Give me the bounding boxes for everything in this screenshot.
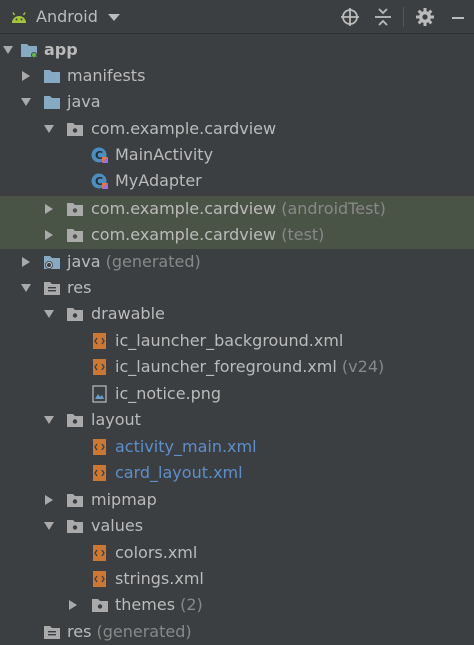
svg-text:C: C	[95, 149, 103, 162]
tree-node-layout[interactable]: layout	[0, 407, 474, 433]
chevron-down-icon	[44, 310, 54, 318]
package-icon	[67, 414, 83, 427]
tree-node-label: mipmap	[91, 490, 157, 509]
tree-node-my-adapter[interactable]: C MyAdapter	[0, 168, 474, 194]
gear-icon	[415, 7, 434, 26]
xml-file-icon	[93, 465, 106, 481]
svg-text:C: C	[95, 175, 103, 188]
package-icon	[67, 203, 83, 216]
tree-node-package-test[interactable]: com.example.cardview (test)	[0, 222, 474, 248]
tree-node-ic-notice[interactable]: ic_notice.png	[0, 381, 474, 407]
chevron-down-icon	[21, 98, 31, 106]
tree-node-label: res	[67, 278, 92, 297]
android-icon	[12, 11, 26, 23]
generated-folder-icon	[44, 256, 60, 269]
tree-node-label: ic_notice.png	[115, 384, 222, 403]
module-folder-icon	[21, 44, 37, 58]
tree-node-label: java (generated)	[67, 252, 201, 271]
view-name: Android	[36, 7, 98, 26]
chevron-right-icon	[22, 257, 30, 267]
kotlin-class-icon: C	[91, 173, 108, 189]
tree-node-package-android-test[interactable]: com.example.cardview (androidTest)	[0, 196, 474, 222]
tree-node-label: MyAdapter	[115, 171, 202, 190]
collapse-all-button[interactable]	[366, 0, 399, 33]
chevron-down-icon	[3, 46, 13, 54]
package-icon	[92, 599, 108, 612]
tree-node-java-generated[interactable]: java (generated)	[0, 249, 474, 275]
tree-node-java[interactable]: java	[0, 89, 474, 115]
xml-file-icon	[93, 545, 106, 561]
chevron-right-icon	[45, 204, 53, 214]
chevron-right-icon	[69, 600, 77, 610]
tree-node-values[interactable]: values	[0, 513, 474, 539]
tree-node-label: activity_main.xml	[115, 437, 257, 456]
tree-node-drawable[interactable]: drawable	[0, 301, 474, 327]
tree-node-label: manifests	[67, 66, 146, 85]
tree-node-label: com.example.cardview (androidTest)	[91, 199, 386, 218]
tree-node-app[interactable]: app	[0, 37, 474, 63]
tree-node-label: MainActivity	[115, 145, 214, 164]
tree-node-label: strings.xml	[115, 569, 204, 588]
chevron-down-icon	[107, 13, 120, 21]
resource-folder-icon	[44, 282, 60, 295]
tree-node-label: app	[44, 40, 78, 59]
package-icon	[67, 123, 83, 136]
chevron-right-icon	[45, 495, 53, 505]
tree-node-label: com.example.cardview (test)	[91, 225, 325, 244]
tree-node-colors[interactable]: colors.xml	[0, 540, 474, 566]
package-icon	[67, 308, 83, 321]
crosshair-icon	[340, 7, 359, 26]
tree-node-label: themes (2)	[115, 595, 203, 614]
project-toolbar: Android	[0, 0, 474, 34]
folder-icon	[44, 96, 60, 109]
xml-file-icon	[93, 359, 106, 375]
package-icon	[67, 520, 83, 533]
view-selector[interactable]: Android	[0, 7, 120, 26]
tree-node-card-layout[interactable]: card_layout.xml	[0, 460, 474, 486]
tree-node-res[interactable]: res	[0, 275, 474, 301]
chevron-right-icon	[22, 71, 30, 81]
tree-node-themes[interactable]: themes (2)	[0, 592, 474, 618]
tree-node-label: card_layout.xml	[115, 463, 243, 482]
image-file-icon	[92, 385, 107, 403]
tree-node-main-activity[interactable]: C MainActivity	[0, 142, 474, 168]
tree-node-activity-main[interactable]: activity_main.xml	[0, 434, 474, 460]
tree-node-label: java	[67, 92, 101, 111]
folder-icon	[44, 70, 60, 83]
tree-node-mipmap[interactable]: mipmap	[0, 487, 474, 513]
collapse-all-icon	[374, 7, 391, 26]
tree-node-label: ic_launcher_background.xml	[115, 331, 344, 350]
settings-button[interactable]	[408, 0, 441, 33]
tree-node-label: res (generated)	[67, 622, 192, 641]
hide-panel-button[interactable]	[441, 0, 474, 33]
xml-file-icon	[93, 439, 106, 455]
select-opened-file-button[interactable]	[333, 0, 366, 33]
tree-node-label: com.example.cardview	[91, 119, 277, 138]
tree-node-label: drawable	[91, 304, 165, 323]
chevron-down-icon	[44, 522, 54, 530]
tree-node-label: ic_launcher_foreground.xml (v24)	[115, 357, 385, 376]
xml-file-icon	[93, 333, 106, 349]
kotlin-class-icon: C	[91, 147, 108, 163]
tree-node-label: values	[91, 516, 144, 535]
package-icon	[67, 229, 83, 242]
chevron-down-icon	[44, 125, 54, 133]
chevron-down-icon	[21, 284, 31, 292]
minimize-icon	[451, 16, 464, 19]
resource-folder-icon	[44, 626, 60, 639]
toolbar-divider	[403, 6, 404, 27]
chevron-right-icon	[45, 230, 53, 240]
tree-node-manifests[interactable]: manifests	[0, 63, 474, 89]
tree-node-label: layout	[91, 410, 141, 429]
chevron-down-icon	[44, 416, 54, 424]
tree-node-res-generated[interactable]: res (generated)	[0, 619, 474, 645]
tree-node-ic-launcher-foreground[interactable]: ic_launcher_foreground.xml (v24)	[0, 354, 474, 380]
tree-node-label: colors.xml	[115, 543, 198, 562]
tree-node-package-main[interactable]: com.example.cardview	[0, 116, 474, 142]
xml-file-icon	[93, 571, 106, 587]
package-icon	[67, 494, 83, 507]
tree-node-ic-launcher-background[interactable]: ic_launcher_background.xml	[0, 328, 474, 354]
tree-node-strings[interactable]: strings.xml	[0, 566, 474, 592]
